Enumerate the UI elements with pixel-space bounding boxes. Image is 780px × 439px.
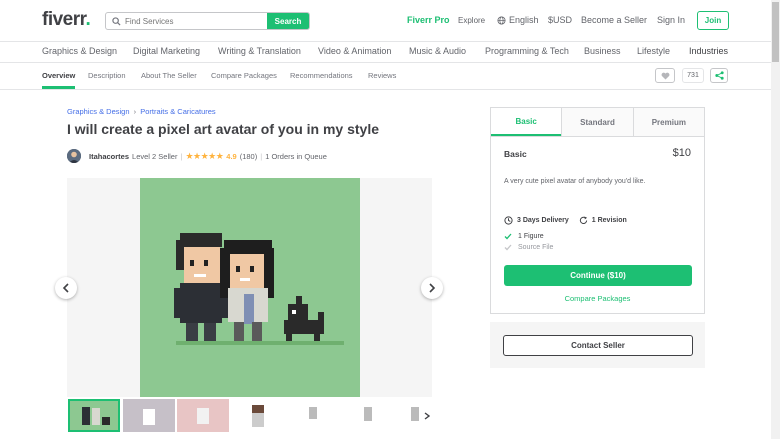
scrollbar-thumb[interactable] [772,2,779,62]
category-digital-marketing[interactable]: Digital Marketing [133,46,200,56]
thumbnail[interactable] [287,399,339,432]
subnav-reviews[interactable]: Reviews [368,71,396,80]
clock-icon [504,216,513,225]
seller-avatar[interactable] [67,149,81,163]
page-scrollbar[interactable] [771,0,780,439]
like-count: 731 [682,68,704,83]
thumbnail[interactable] [397,399,423,432]
check-icon [504,233,512,240]
delivery-time: 3 Days Delivery [517,217,569,224]
breadcrumb-graphics-design[interactable]: Graphics & Design [67,107,130,116]
seller-name[interactable]: Itahacortes [89,152,129,161]
search-button[interactable]: Search [267,13,309,29]
review-count[interactable]: (180) [240,152,258,161]
chevron-right-icon [424,412,431,420]
thumbnail[interactable] [232,399,284,432]
language-selector[interactable]: English [497,15,539,25]
package-description: A very cute pixel avatar of anybody you'… [504,178,646,185]
tab-standard[interactable]: Standard [561,108,633,136]
share-button[interactable] [710,68,728,83]
divider: | [260,151,263,161]
category-writing-translation[interactable]: Writing & Translation [218,46,301,56]
feature-label: Source File [518,244,554,251]
category-video-animation[interactable]: Video & Animation [318,46,391,56]
contact-seller-button[interactable]: Contact Seller [503,335,693,356]
share-icon [714,71,724,80]
sign-in-link[interactable]: Sign In [657,15,685,25]
subnav-about-seller[interactable]: About The Seller [141,71,197,80]
gallery-main-image[interactable] [140,178,360,397]
feature-item: 1 Figure [504,233,544,240]
category-lifestyle[interactable]: Lifestyle [637,46,670,56]
gallery-next-button[interactable] [421,277,443,299]
refresh-icon [579,216,587,224]
thumbnails-next-button[interactable] [424,412,431,422]
thumbnail[interactable] [123,399,175,432]
thumbnail[interactable] [342,399,394,432]
rating-value: 4.9 [226,151,237,161]
category-programming-tech[interactable]: Programming & Tech [485,46,569,56]
top-navbar: fiverr. Search Fiverr Pro Explore Englis… [0,0,771,42]
divider: | [180,151,183,161]
subnav-description[interactable]: Description [88,71,126,80]
breadcrumb-portraits[interactable]: Portraits & Caricatures [140,107,215,116]
seller-overview: Itahacortes Level 2 Seller | ★★★★★ 4.9 (… [67,149,327,163]
search-input[interactable] [123,13,273,29]
compare-packages-link[interactable]: Compare Packages [491,294,704,303]
star-rating-icon: ★★★★★ [185,150,224,161]
subnav-recommendations[interactable]: Recommendations [290,71,353,80]
gig-title: I will create a pixel art avatar of you … [67,121,380,137]
category-music-audio[interactable]: Music & Audio [409,46,466,56]
search-icon [109,13,123,29]
fiverr-logo[interactable]: fiverr. [42,9,91,31]
search-bar: Search [105,12,310,30]
category-graphics-design[interactable]: Graphics & Design [42,46,117,56]
continue-button[interactable]: Continue ($10) [504,265,692,286]
language-label: English [509,15,539,25]
thumbnail[interactable] [177,399,229,432]
category-business[interactable]: Business [584,46,621,56]
package-panel: Basic Standard Premium Basic $10 A very … [490,107,705,314]
globe-icon [497,15,506,25]
package-price: $10 [672,147,691,159]
chevron-left-icon [62,283,69,293]
heart-icon [661,72,669,80]
package-name: Basic [504,149,527,159]
delivery-info: 3 Days Delivery 1 Revision [504,216,627,225]
explore-link[interactable]: Explore [458,16,485,25]
package-tabs: Basic Standard Premium [491,108,704,137]
category-industries[interactable]: Industries [689,46,728,56]
currency-selector[interactable]: $USD [548,15,572,25]
check-icon [504,244,512,251]
category-menu: Graphics & Design Digital Marketing Writ… [0,42,771,63]
breadcrumb-separator: › [133,107,137,116]
orders-in-queue: 1 Orders in Queue [265,151,327,161]
fiverr-pro-link[interactable]: Fiverr Pro [407,15,450,25]
save-button[interactable] [655,68,675,83]
tab-basic[interactable]: Basic [491,108,562,136]
feature-label: 1 Figure [518,233,544,240]
become-seller-link[interactable]: Become a Seller [581,15,647,25]
thumbnail[interactable] [68,399,120,432]
gallery-prev-button[interactable] [55,277,77,299]
chevron-right-icon [429,283,436,293]
subnav-overview[interactable]: Overview [42,71,75,80]
feature-item: Source File [504,244,553,251]
tab-premium[interactable]: Premium [632,108,704,136]
breadcrumb: Graphics & Design › Portraits & Caricatu… [67,107,216,116]
active-tab-indicator [42,86,75,89]
revisions: 1 Revision [591,217,627,224]
seller-level: Level 2 Seller [132,151,178,161]
join-button[interactable]: Join [697,11,729,30]
subnav-compare-packages[interactable]: Compare Packages [211,71,277,80]
